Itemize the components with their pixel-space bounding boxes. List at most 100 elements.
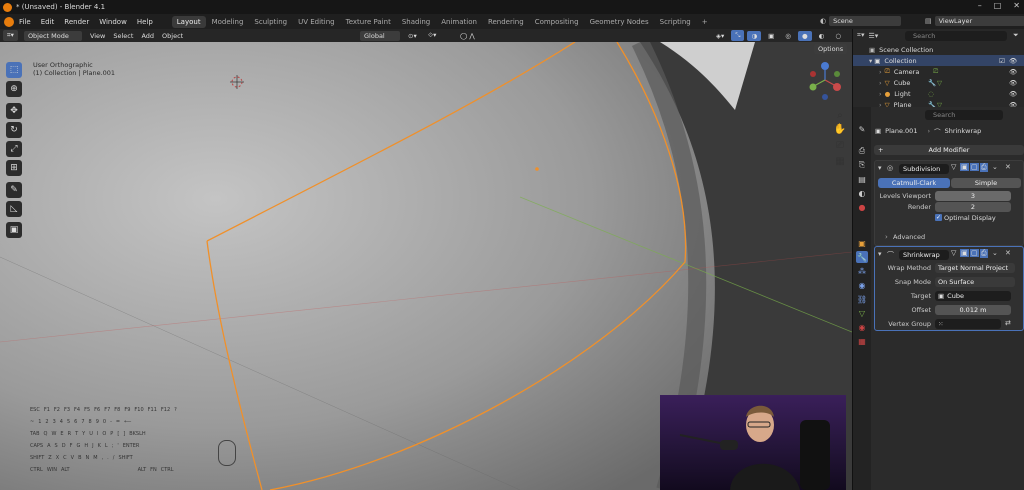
expand-icon[interactable]: ›	[879, 68, 882, 76]
target-field[interactable]: ▣ Cube	[935, 291, 1011, 301]
add-modifier-button[interactable]: + Add Modifier	[874, 145, 1024, 155]
world-tab-icon[interactable]: ●	[856, 201, 868, 213]
outliner-item-cube[interactable]: › ▽ Cube 🔧 ▽ 👁	[853, 77, 1024, 88]
advanced-section[interactable]: Advanced	[893, 233, 925, 241]
subdivision-name-field[interactable]: Subdivision	[899, 164, 949, 174]
vertex-group-field[interactable]: ⁙	[935, 319, 1001, 329]
overlay-icon[interactable]: ◑	[747, 30, 762, 41]
offset-field[interactable]: 0.012 m	[935, 305, 1011, 315]
chevron-right-icon[interactable]: ›	[885, 233, 888, 241]
object-mode-dropdown[interactable]: Object Mode	[23, 30, 82, 41]
tab-shading[interactable]: Shading	[397, 16, 435, 28]
tab-modeling[interactable]: Modeling	[207, 16, 249, 28]
minimize-icon[interactable]: –	[978, 1, 982, 10]
tab-layout[interactable]: Layout	[171, 15, 206, 28]
expand-icon[interactable]: ▾	[869, 57, 872, 65]
tab-animation[interactable]: Animation	[436, 16, 482, 28]
menu-add[interactable]: Add	[137, 31, 158, 41]
pivot-icon[interactable]: ⊙▾	[404, 31, 421, 41]
optimal-display-checkbox[interactable]: ✓	[935, 214, 942, 221]
render-toggle-icon[interactable]: ⎙	[980, 249, 988, 258]
view-layer-tab-icon[interactable]: ▤	[856, 173, 868, 185]
proportional-icon[interactable]: ◯ ⋀	[456, 31, 479, 41]
tab-simple[interactable]: Simple	[951, 178, 1021, 188]
wrench-icon[interactable]: 🔧	[856, 251, 868, 263]
eye-icon[interactable]: 👁	[1009, 90, 1017, 98]
tab-sculpting[interactable]: Sculpting	[249, 16, 292, 28]
outliner-search[interactable]: Search	[905, 31, 1007, 41]
cage-icon[interactable]: ▣	[960, 163, 969, 171]
wire-shading-icon[interactable]: ◎	[781, 31, 795, 41]
particles-tab-icon[interactable]: ⁂	[856, 265, 868, 277]
move-icon[interactable]: ✥	[6, 103, 22, 119]
viewport-toggle-icon[interactable]: ▢	[970, 163, 979, 171]
tab-rendering[interactable]: Rendering	[483, 16, 529, 28]
blender-menu-icon[interactable]	[4, 16, 14, 27]
outliner-scene-collection[interactable]: ▣ Scene Collection	[853, 44, 1024, 55]
tab-uv-editing[interactable]: UV Editing	[293, 16, 340, 28]
3d-viewport[interactable]: User Orthographic (1) Collection | Plane…	[0, 42, 852, 490]
tab-geometry-nodes[interactable]: Geometry Nodes	[585, 16, 654, 28]
invert-icon[interactable]: ⇄	[1005, 319, 1011, 327]
menu-file[interactable]: File	[14, 18, 36, 26]
zoom-icon[interactable]: ⌕	[833, 108, 847, 122]
editor-type-icon[interactable]: ⌗▾	[3, 30, 18, 41]
cage-icon[interactable]: ▣	[960, 249, 969, 257]
eye-icon[interactable]: 👁	[1009, 68, 1017, 76]
visibility-icon[interactable]: ◈▾	[712, 31, 728, 41]
edit-mode-icon[interactable]: ▽	[951, 163, 956, 171]
shrinkwrap-name-field[interactable]: Shrinkwrap	[899, 250, 949, 260]
view-layer-selector[interactable]: ViewLayer	[934, 16, 1024, 26]
chevron-down-icon[interactable]: ▾	[878, 250, 882, 258]
tab-compositing[interactable]: Compositing	[530, 16, 584, 28]
snap-mode-dropdown[interactable]: On Surface	[935, 277, 1015, 287]
properties-search[interactable]: Search	[925, 110, 1003, 120]
outliner-funnel-icon[interactable]: ⏷	[1013, 31, 1019, 40]
options-button[interactable]: Options	[814, 44, 848, 54]
add-cube-icon[interactable]: ▣	[6, 222, 22, 238]
transform-icon[interactable]: ⊞	[6, 160, 22, 176]
expand-icon[interactable]: ›	[879, 90, 882, 98]
render-toggle-icon[interactable]: ⎙	[980, 163, 988, 172]
gizmo-icon[interactable]: ⤡	[731, 30, 745, 41]
outliner-collection[interactable]: ▾ ▣ Collection ☑ 👁	[853, 55, 1024, 66]
outliner-filter-icon[interactable]: ☰▾	[868, 32, 878, 40]
wrap-method-dropdown[interactable]: Target Normal Project	[935, 263, 1015, 273]
orientation-dropdown[interactable]: Global	[360, 30, 400, 41]
remove-modifier-icon[interactable]: ✕	[1005, 249, 1011, 257]
eye-icon[interactable]: 👁	[1009, 79, 1017, 87]
scene-tab-icon[interactable]: ◐	[856, 187, 868, 199]
levels-viewport-field[interactable]: 3	[935, 191, 1011, 201]
grid-icon[interactable]: ▦	[833, 154, 847, 168]
checkbox-icon[interactable]: ☑	[999, 57, 1005, 65]
menu-render[interactable]: Render	[59, 18, 94, 26]
solid-shading-icon[interactable]: ●	[797, 30, 812, 41]
xray-icon[interactable]: ▣	[764, 31, 778, 41]
menu-edit[interactable]: Edit	[36, 18, 60, 26]
tab-scripting[interactable]: Scripting	[655, 16, 696, 28]
material-tab-icon[interactable]: ◉	[856, 321, 868, 333]
close-window-icon[interactable]: ✕	[1013, 1, 1020, 10]
expand-icon[interactable]: ›	[879, 79, 882, 87]
measure-icon[interactable]: ◺	[6, 201, 22, 217]
select-box-icon[interactable]: ⬚	[6, 62, 22, 78]
output-tab-icon[interactable]: ⎘	[856, 159, 868, 171]
viewport-toggle-icon[interactable]: ▢	[970, 249, 979, 257]
maximize-icon[interactable]: □	[994, 1, 1002, 10]
render-levels-field[interactable]: 2	[935, 202, 1011, 212]
menu-object[interactable]: Object	[158, 31, 187, 41]
rotate-icon[interactable]: ↻	[6, 122, 22, 138]
tool-tab-icon[interactable]: ✎	[856, 123, 868, 135]
menu-help[interactable]: Help	[132, 18, 158, 26]
scale-icon[interactable]: ⤢	[6, 141, 22, 157]
outliner-item-light[interactable]: › ● Light ◌ 👁	[853, 88, 1024, 99]
constraints-tab-icon[interactable]: ⛓	[856, 293, 868, 305]
tab-catmull-clark[interactable]: Catmull-Clark	[878, 178, 950, 188]
outliner-editor-icon[interactable]: ⌗▾	[857, 31, 864, 40]
render-shading-icon[interactable]: ○	[831, 31, 845, 41]
data-tab-icon[interactable]: ▽	[856, 307, 868, 319]
scene-selector[interactable]: Scene	[829, 16, 902, 26]
physics-tab-icon[interactable]: ◉	[856, 279, 868, 291]
render-tab-icon[interactable]: ⎙	[856, 145, 868, 157]
material-shading-icon[interactable]: ◐	[815, 31, 829, 41]
